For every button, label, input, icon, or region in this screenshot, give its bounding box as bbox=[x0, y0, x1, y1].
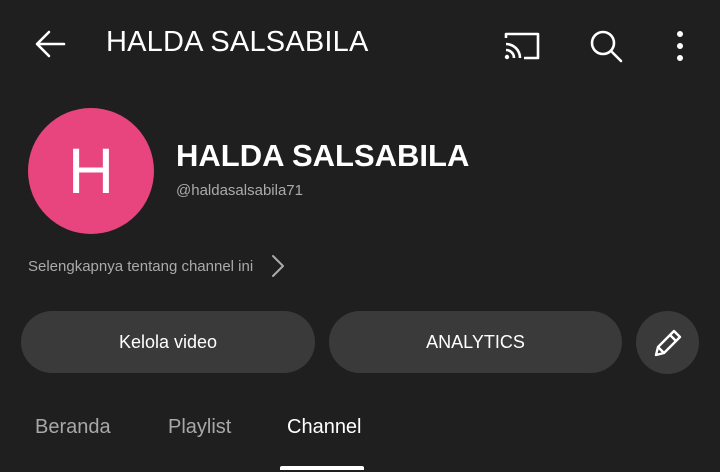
about-channel-link[interactable]: Selengkapnya tentang channel ini bbox=[28, 250, 298, 282]
search-icon bbox=[590, 30, 623, 63]
top-app-bar: HALDA SALSABILA bbox=[0, 0, 720, 90]
channel-name: HALDA SALSABILA bbox=[176, 138, 470, 173]
pencil-icon bbox=[654, 329, 681, 356]
channel-tabs: Beranda Playlist Channel bbox=[0, 398, 720, 472]
more-options-button[interactable] bbox=[660, 24, 700, 68]
about-channel-label: Selengkapnya tentang channel ini bbox=[28, 257, 254, 275]
back-button[interactable] bbox=[28, 22, 72, 66]
search-button[interactable] bbox=[584, 24, 628, 68]
channel-handle: @haldasalsabila71 bbox=[176, 182, 303, 199]
tab-beranda[interactable]: Beranda bbox=[35, 416, 111, 439]
tab-playlist[interactable]: Playlist bbox=[168, 416, 231, 439]
edit-channel-button[interactable] bbox=[636, 311, 699, 374]
arrow-left-icon bbox=[35, 30, 66, 58]
page-title: HALDA SALSABILA bbox=[106, 26, 369, 58]
active-tab-indicator bbox=[280, 466, 364, 470]
cast-icon bbox=[504, 32, 540, 60]
avatar-letter: H bbox=[67, 135, 115, 207]
avatar[interactable]: H bbox=[28, 108, 154, 234]
chevron-right-icon bbox=[266, 254, 290, 278]
more-vertical-icon bbox=[677, 31, 683, 61]
tab-channel[interactable]: Channel bbox=[287, 416, 362, 439]
manage-videos-button[interactable]: Kelola video bbox=[21, 311, 315, 373]
analytics-button[interactable]: ANALYTICS bbox=[329, 311, 622, 373]
cast-button[interactable] bbox=[500, 24, 544, 68]
